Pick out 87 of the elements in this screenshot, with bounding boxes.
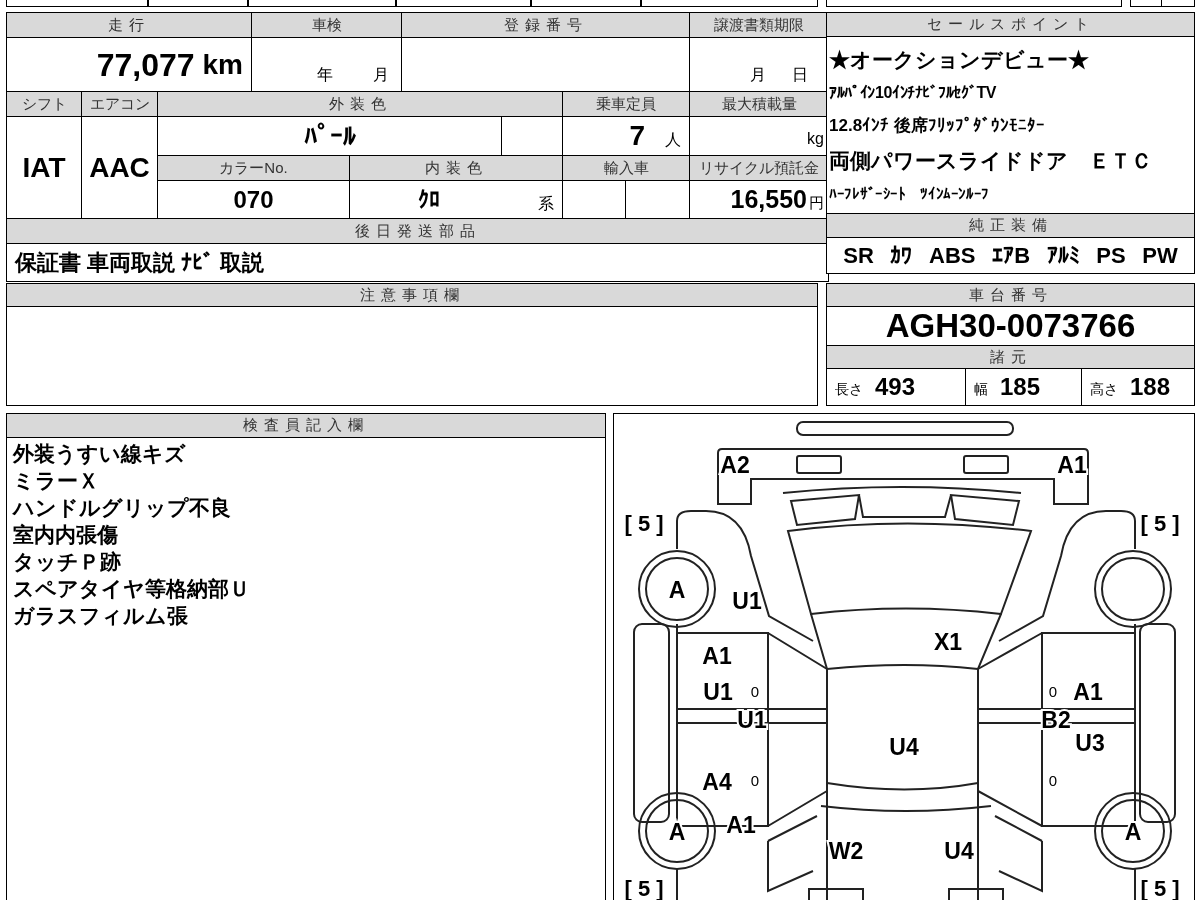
field-value: 070 — [233, 184, 274, 215]
field-value: ﾊﾟｰﾙ — [303, 119, 356, 153]
field-label: 乗車定員 — [563, 92, 689, 116]
sales-point: 両側パワースライドドア ＥＴＣ — [829, 149, 1153, 171]
field-label: エアコン — [82, 92, 157, 116]
equipment-item: SR — [843, 242, 874, 270]
sales-point: ★オークションデビュー★ — [829, 48, 1090, 70]
spec-label: 幅 — [974, 379, 988, 399]
section-header: 諸元 — [827, 346, 1194, 368]
damage-code: 0 — [750, 683, 760, 700]
section-header: 車台番号 — [827, 284, 1194, 306]
inspector-note: 室内内張傷 — [13, 522, 119, 548]
unit-label: km — [202, 47, 243, 82]
field-label: 輸入車 — [563, 156, 689, 180]
field-value: IAT — [22, 150, 66, 185]
spec-label: 長さ — [835, 379, 863, 399]
field-value: AAC — [89, 150, 150, 185]
field-label: シフト — [7, 92, 81, 116]
field-label: 譲渡書類期限 — [690, 13, 828, 37]
inspector-note: スペアタイヤ等格納部Ｕ — [13, 576, 251, 602]
field-value: 7 — [629, 119, 645, 153]
field-label: 最大積載量 — [690, 92, 828, 116]
damage-code: 0 — [750, 772, 760, 789]
damage-code: 0 — [1048, 772, 1058, 789]
sales-point: ｱﾙﾊﾟｲﾝ10ｲﾝﾁﾅﾋﾞﾌﾙｾｸﾞTV — [829, 85, 998, 102]
section-header: セールスポイント — [827, 13, 1194, 36]
damage-code: A1 — [1073, 679, 1103, 705]
unit-label: 円 — [809, 193, 824, 214]
field-label: 外装色 — [158, 92, 562, 116]
unit-label: 人 — [665, 130, 681, 150]
chassis-number: AGH30-0073766 — [885, 306, 1136, 347]
field-label: 内装色 — [350, 156, 562, 180]
damage-code: U4 — [944, 838, 974, 864]
unit-label: 月 — [750, 65, 766, 85]
field-label: リサイクル預託金 — [690, 156, 828, 180]
unit-label: 系 — [538, 193, 554, 214]
spec-value: 188 — [1130, 372, 1171, 402]
damage-code: A1 — [702, 643, 732, 669]
equipment-item: ABS — [929, 242, 976, 270]
field-value: ｸﾛ — [418, 186, 440, 214]
damage-code: U1 — [703, 679, 733, 705]
unit-label: kg — [807, 129, 824, 149]
sales-point: ﾊｰﾌﾚｻﾞｰｼｰﾄ ﾂｲﾝﾑｰﾝﾙｰﾌ — [829, 186, 990, 202]
damage-code: U4 — [889, 734, 919, 760]
equipment-item: ｶﾜ — [890, 242, 913, 270]
section-header: 検査員記入欄 — [7, 414, 605, 438]
damage-code: A — [1124, 819, 1142, 845]
damage-code: U1 — [732, 588, 762, 614]
inspector-note: タッチＰ跡 — [13, 549, 122, 575]
unit-label: 日 — [792, 65, 808, 85]
field-value: 16,550 — [730, 183, 807, 215]
unit-label: 年 — [317, 65, 333, 85]
equipment-item: ｱﾙﾐ — [1046, 242, 1080, 270]
damage-code: A2 — [720, 452, 750, 478]
damage-code: A4 — [702, 769, 732, 795]
damage-code: A1 — [1057, 452, 1087, 478]
tread-mark: [ 5 ] — [624, 876, 664, 900]
damage-code: A — [668, 819, 686, 845]
damage-code: X1 — [933, 629, 963, 655]
field-label: カラーNo. — [158, 156, 349, 180]
unit-label: 月 — [373, 65, 389, 85]
inspector-note: ガラスフィルム張 — [13, 603, 189, 629]
spec-value: 493 — [875, 372, 916, 402]
inspector-note: ハンドルグリップ不良 — [13, 495, 232, 521]
damage-code: 0 — [1048, 683, 1058, 700]
damage-code: W2 — [828, 838, 864, 864]
sales-point: 12.8ｲﾝﾁ 後席ﾌﾘｯﾌﾟﾀﾞｳﾝﾓﾆﾀｰ — [829, 117, 1046, 134]
damage-code: A — [668, 577, 686, 603]
equipment-item: PS — [1096, 242, 1126, 270]
field-label: 車検 — [252, 13, 401, 37]
field-label: 後日発送部品 — [7, 219, 828, 243]
tread-mark: [ 5 ] — [1140, 876, 1180, 900]
spec-value: 185 — [1000, 372, 1041, 402]
tread-mark: [ 5 ] — [1140, 511, 1180, 536]
field-label: 走行 — [7, 13, 251, 37]
field-label: 登録番号 — [402, 13, 689, 37]
inspector-note: 外装うすい線キズ — [13, 441, 187, 467]
damage-code: U3 — [1075, 730, 1105, 756]
equipment-item: PW — [1142, 242, 1178, 270]
mileage-value: 77,077 — [96, 45, 195, 85]
section-header: 注意事項欄 — [7, 284, 817, 307]
tread-mark: [ 5 ] — [624, 511, 664, 536]
spec-label: 高さ — [1090, 379, 1118, 399]
inspector-note: ミラーＸ — [13, 468, 100, 494]
equipment-item: ｴｱB — [992, 242, 1031, 270]
section-header: 純正装備 — [827, 214, 1194, 237]
field-value: 保証書 車両取説 ﾅﾋﾞ 取説 — [15, 249, 265, 277]
